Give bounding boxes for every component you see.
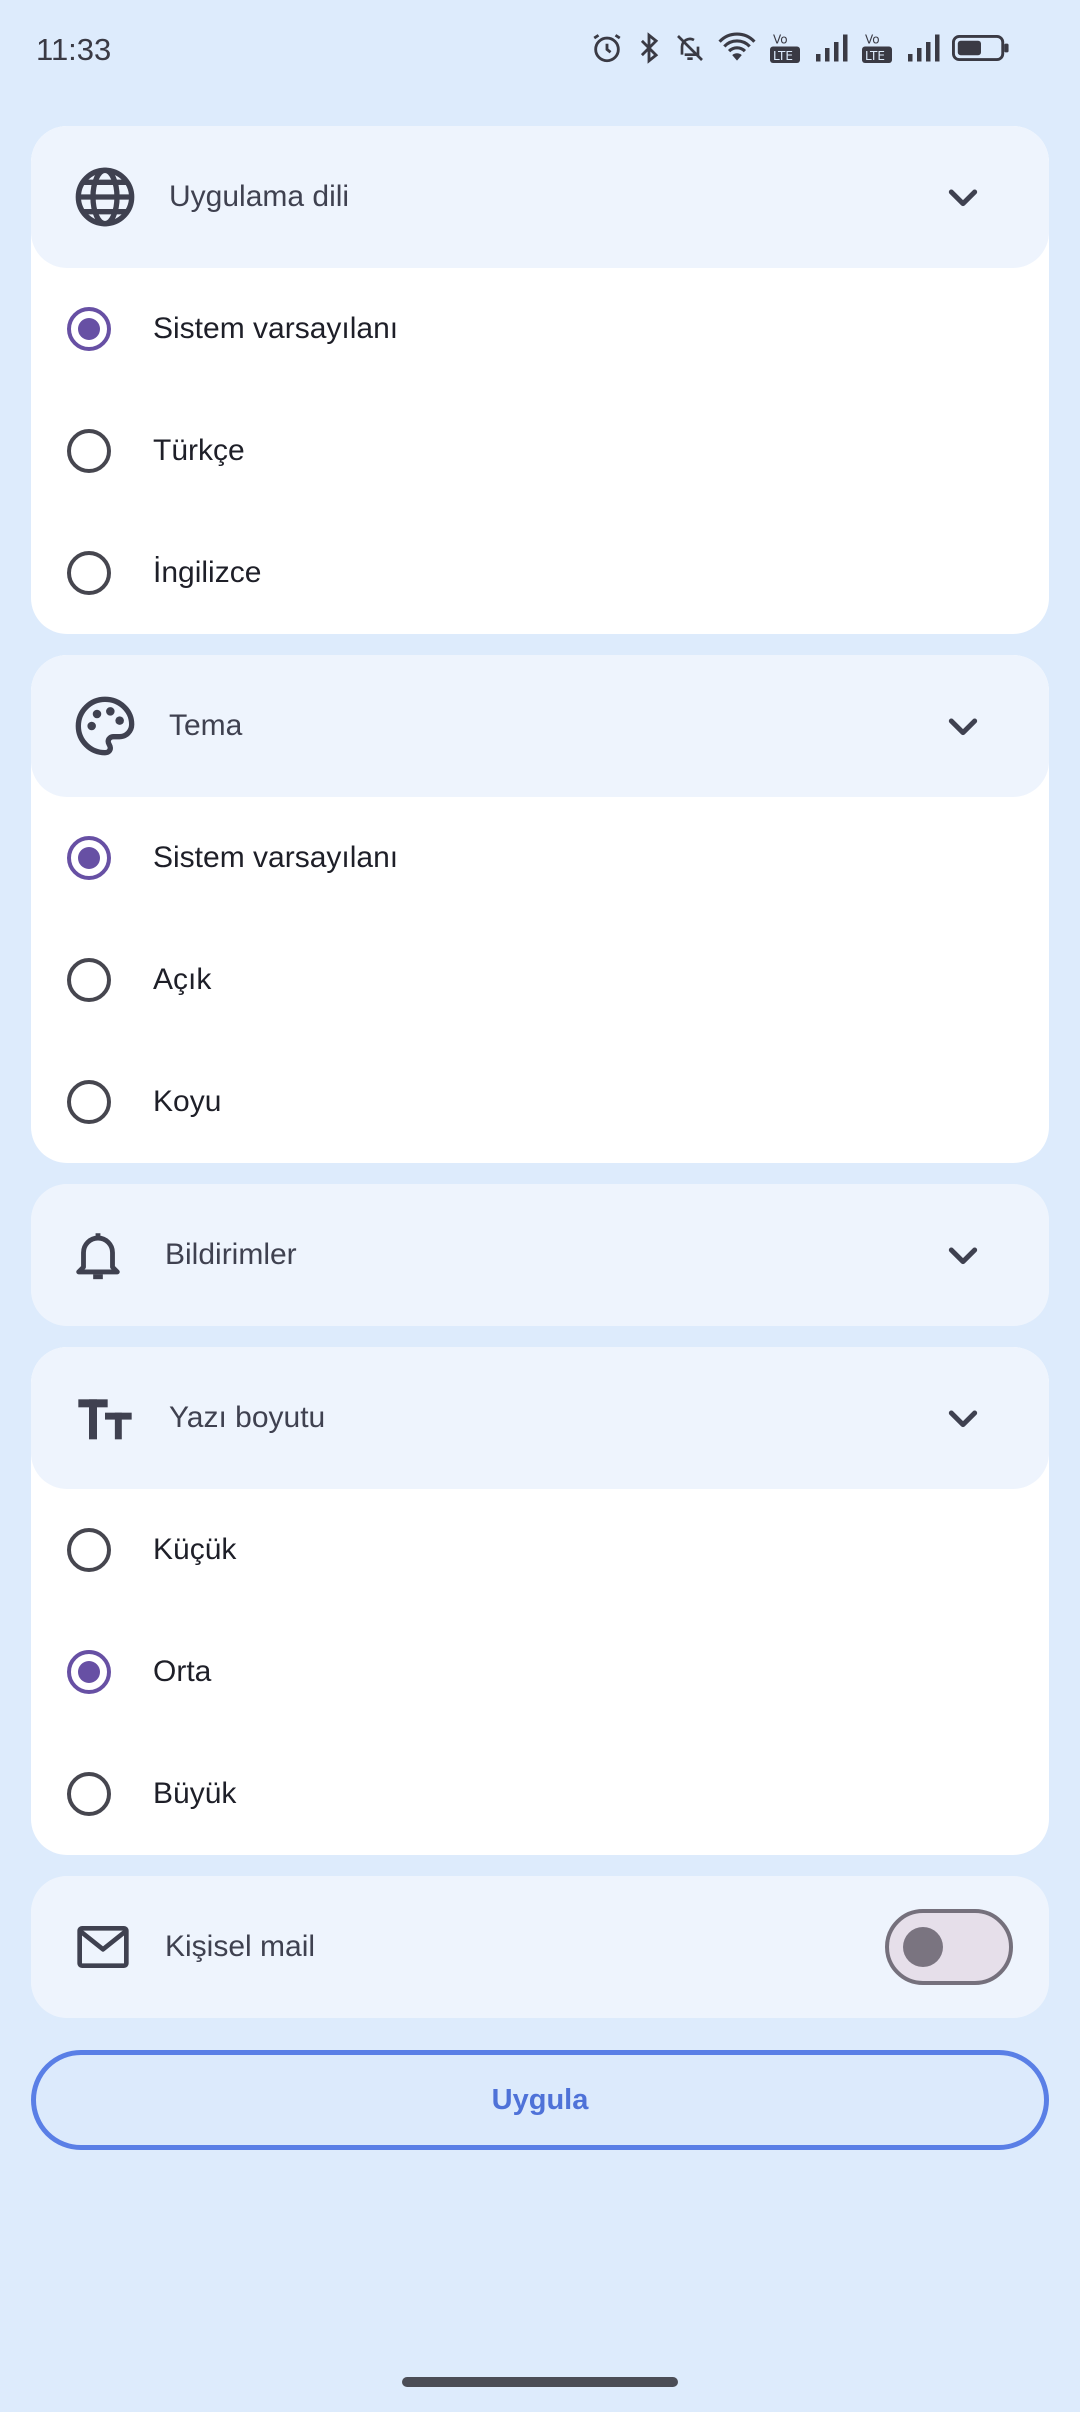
alarm-icon bbox=[593, 34, 621, 63]
svg-text:LTE: LTE bbox=[773, 49, 793, 63]
radio-button[interactable] bbox=[67, 1772, 111, 1816]
language-option-english[interactable]: İngilizce bbox=[31, 512, 1049, 634]
option-label: Büyük bbox=[153, 1777, 237, 1810]
font-size-card: Yazı boyutu Küçük Orta Büyük bbox=[31, 1347, 1049, 1855]
radio-button[interactable] bbox=[67, 836, 111, 880]
text-size-icon bbox=[78, 1399, 132, 1440]
option-label: Açık bbox=[153, 963, 212, 996]
chevron-down-icon[interactable] bbox=[943, 1398, 983, 1438]
svg-text:Vo: Vo bbox=[865, 33, 880, 47]
language-card: Uygulama dili Sistem varsayılanı Türkçe … bbox=[31, 126, 1049, 634]
option-label: Orta bbox=[153, 1655, 212, 1688]
signal-icon bbox=[816, 34, 848, 62]
status-icons: Vo LTE Vo LTE bbox=[590, 30, 1010, 66]
radio-button[interactable] bbox=[67, 1528, 111, 1572]
chevron-down-icon[interactable] bbox=[943, 177, 983, 217]
apply-button[interactable]: Uygula bbox=[31, 2050, 1049, 2150]
option-label: Koyu bbox=[153, 1085, 222, 1118]
chevron-down-icon[interactable] bbox=[943, 706, 983, 746]
notifications-header[interactable]: Bildirimler bbox=[31, 1184, 1049, 1326]
font-size-title: Yazı boyutu bbox=[169, 1401, 326, 1434]
palette-icon bbox=[75, 696, 135, 756]
radio-button[interactable] bbox=[67, 429, 111, 473]
bell-icon bbox=[76, 1233, 120, 1280]
option-label: Sistem varsayılanı bbox=[153, 841, 399, 874]
radio-button[interactable] bbox=[67, 1650, 111, 1694]
option-label: İngilizce bbox=[153, 556, 262, 589]
mail-icon bbox=[77, 1926, 129, 1968]
theme-option-dark[interactable]: Koyu bbox=[31, 1041, 1049, 1163]
bluetooth-icon bbox=[640, 32, 659, 64]
theme-option-system[interactable]: Sistem varsayılanı bbox=[31, 797, 1049, 919]
font-size-option-large[interactable]: Büyük bbox=[31, 1733, 1049, 1855]
radio-button[interactable] bbox=[67, 307, 111, 351]
bell-off-icon bbox=[677, 35, 703, 61]
personal-mail-toggle[interactable] bbox=[885, 1909, 1013, 1985]
notifications-card: Bildirimler bbox=[31, 1184, 1049, 1326]
svg-text:LTE: LTE bbox=[865, 49, 885, 63]
personal-mail-row: Kişisel mail bbox=[31, 1876, 1049, 2018]
status-bar: 11:33 Vo LTE Vo LTE bbox=[0, 0, 1080, 110]
theme-card: Tema Sistem varsayılanı Açık Koyu bbox=[31, 655, 1049, 1163]
theme-title: Tema bbox=[169, 709, 243, 742]
font-size-header[interactable]: Yazı boyutu bbox=[31, 1347, 1049, 1489]
home-indicator[interactable] bbox=[402, 2377, 678, 2387]
option-label: Türkçe bbox=[153, 434, 245, 467]
personal-mail-title: Kişisel mail bbox=[165, 1930, 316, 1963]
language-option-turkish[interactable]: Türkçe bbox=[31, 390, 1049, 512]
radio-button[interactable] bbox=[67, 551, 111, 595]
font-size-option-medium[interactable]: Orta bbox=[31, 1611, 1049, 1733]
toggle-knob bbox=[903, 1927, 943, 1967]
chevron-down-icon[interactable] bbox=[943, 1235, 983, 1275]
globe-icon bbox=[75, 167, 135, 227]
language-title: Uygulama dili bbox=[169, 180, 350, 213]
signal-icon bbox=[908, 34, 940, 62]
language-header[interactable]: Uygulama dili bbox=[31, 126, 1049, 268]
volte-lte-icon: Vo LTE bbox=[770, 33, 800, 63]
svg-text:Vo: Vo bbox=[773, 33, 788, 47]
option-label: Küçük bbox=[153, 1533, 237, 1566]
theme-header[interactable]: Tema bbox=[31, 655, 1049, 797]
theme-option-light[interactable]: Açık bbox=[31, 919, 1049, 1041]
volte-lte-icon: Vo LTE bbox=[862, 33, 892, 63]
language-option-system[interactable]: Sistem varsayılanı bbox=[31, 268, 1049, 390]
radio-button[interactable] bbox=[67, 1080, 111, 1124]
font-size-option-small[interactable]: Küçük bbox=[31, 1489, 1049, 1611]
battery-icon bbox=[952, 34, 1009, 62]
wifi-icon bbox=[718, 32, 756, 61]
notifications-title: Bildirimler bbox=[165, 1238, 297, 1271]
personal-mail-card: Kişisel mail bbox=[31, 1876, 1049, 2018]
option-label: Sistem varsayılanı bbox=[153, 312, 399, 345]
radio-button[interactable] bbox=[67, 958, 111, 1002]
status-time: 11:33 bbox=[36, 32, 112, 67]
